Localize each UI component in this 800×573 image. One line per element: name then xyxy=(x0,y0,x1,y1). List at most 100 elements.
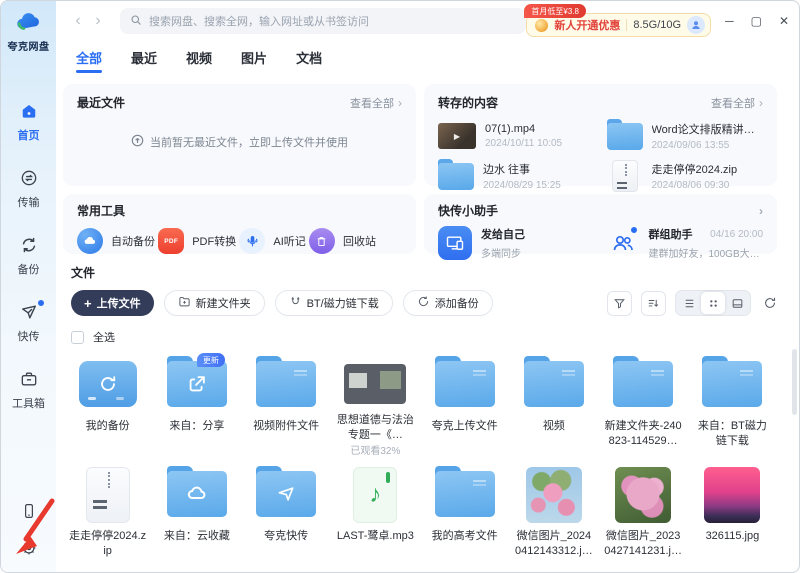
tab-video[interactable]: 视频 xyxy=(186,48,212,72)
file-tile[interactable]: 新建文件夹-240823-114529… xyxy=(599,347,688,457)
sidebar-item-label: 传输 xyxy=(17,197,40,209)
sidebar-item-label: 工具箱 xyxy=(12,398,45,410)
transferred-item[interactable]: Word论文排版精讲（完结） 2024/09/06 13:55 xyxy=(606,118,764,151)
promo-label: 新人开通优惠 xyxy=(554,20,621,32)
tool-label: 自动备份 xyxy=(111,236,155,248)
tool-ai-notes[interactable]: AI听记 xyxy=(239,228,306,254)
divider xyxy=(626,19,628,31)
search-input[interactable]: 搜索网盘、搜索全网，输入网址或从书签访问 xyxy=(120,8,527,34)
add-backup-button[interactable]: 添加备份 xyxy=(402,290,493,316)
file-name: 我的高考文件 xyxy=(431,530,498,542)
send-to-self-item[interactable]: 发给自己 多端同步 xyxy=(438,226,596,260)
app-window: 夸克网盘 首页 传输 备份 快传 工具箱 ‹ › 搜索网盘、搜索全网，输入网址或… xyxy=(0,0,800,573)
devices-icon xyxy=(438,226,472,260)
sort-icon[interactable] xyxy=(641,290,666,316)
mobile-phone-icon[interactable] xyxy=(20,502,38,525)
transferred-view-all-link[interactable]: 查看全部 › xyxy=(711,95,763,111)
recent-view-all-link[interactable]: 查看全部 › xyxy=(350,95,402,111)
file-time: 2024/10/11 10:05 xyxy=(485,138,563,149)
tab-all[interactable]: 全部 xyxy=(76,48,102,72)
forward-icon[interactable]: › xyxy=(88,13,108,29)
bt-magnet-download-button[interactable]: BT/磁力链下载 xyxy=(274,290,393,316)
scrollbar-thumb[interactable] xyxy=(792,349,797,415)
refresh-icon[interactable] xyxy=(763,296,777,310)
file-name: Word论文排版精讲（完结） xyxy=(651,124,764,136)
recent-empty-state[interactable]: 当前暂无最近文件，立即上传文件并使用 xyxy=(77,111,402,173)
file-tile[interactable]: 视频附件文件 xyxy=(242,347,331,457)
app-logo: 夸克网盘 xyxy=(8,10,50,53)
transferred-item[interactable]: 边水 往事 2024/08/29 15:25 xyxy=(438,158,595,192)
file-tile[interactable]: 夸克快传 xyxy=(242,457,331,567)
update-badge: 更新 xyxy=(196,353,225,367)
tool-pdf-convert[interactable]: PDF PDF转换 xyxy=(158,228,236,254)
sidebar-bottom xyxy=(20,502,38,562)
tab-image[interactable]: 图片 xyxy=(241,48,267,72)
sidebar-item-backup[interactable]: 备份 xyxy=(18,235,40,277)
file-tile[interactable]: 我的备份 xyxy=(63,347,152,457)
file-tile[interactable]: 326115.jpg xyxy=(688,457,777,567)
sidebar-item-quick-transfer[interactable]: 快传 xyxy=(18,300,44,344)
assistant-title: 快传小助手 xyxy=(438,204,499,218)
tool-recycle-bin[interactable]: 回收站 xyxy=(308,228,376,254)
file-tile[interactable]: 思想道德与法治 专题一《… 已观看32% xyxy=(331,347,420,457)
tool-auto-backup[interactable]: 自动备份 xyxy=(77,228,155,254)
tool-label: 回收站 xyxy=(342,236,376,248)
file-time: 2024/08/06 09:30 xyxy=(651,180,730,191)
file-tile[interactable]: 夸克上传文件 xyxy=(420,347,509,457)
file-tile[interactable]: 来自：BT磁力链下载 xyxy=(688,347,777,457)
select-all-checkbox[interactable] xyxy=(71,330,84,344)
file-tile[interactable]: ♪ LAST-鹭卓.mp3 xyxy=(331,457,420,567)
settings-gear-icon[interactable] xyxy=(20,539,38,562)
sidebar-item-home[interactable]: 首页 xyxy=(18,101,40,143)
select-all-row: 全选 xyxy=(71,329,777,345)
sidebar-item-transfer[interactable]: 传输 xyxy=(18,168,40,210)
folder-plus-icon xyxy=(178,295,191,311)
content-area: 最近文件 查看全部 › 当前暂无最近文件，立即上传文件并使用 转存的内容 查看全… xyxy=(56,81,799,572)
close-icon[interactable]: ✕ xyxy=(779,15,789,27)
group-assistant-item[interactable]: 群组助手 04/16 20:00 建群加好友，100GB大文件直接发 xyxy=(606,226,763,260)
cloud-collection-folder-icon xyxy=(166,466,227,517)
list-view-icon[interactable] xyxy=(677,292,701,314)
magnet-icon xyxy=(289,295,302,311)
toolbox-icon xyxy=(19,369,39,392)
grid-view-icon[interactable] xyxy=(701,292,725,314)
sidebar-nav: 首页 传输 备份 快传 工具箱 xyxy=(12,101,45,411)
transfer-icon xyxy=(19,168,39,191)
tab-recent[interactable]: 最近 xyxy=(131,48,157,72)
maximize-icon[interactable]: ▢ xyxy=(751,15,762,27)
transferred-item[interactable]: 走走停停2024.zip 2024/08/06 09:30 xyxy=(607,160,764,192)
assistant-item-name: 发给自己 xyxy=(481,229,525,241)
minimize-icon[interactable]: ─ xyxy=(725,15,734,27)
file-name: LAST-鹭卓.mp3 xyxy=(336,530,414,542)
card-view-icon[interactable] xyxy=(725,292,749,314)
file-tile[interactable]: 微信图片_20240412143312.j… xyxy=(509,457,598,567)
chevron-right-icon[interactable]: › xyxy=(759,204,763,218)
file-tile[interactable]: 更新 来自：分享 xyxy=(152,347,241,457)
file-time: 2024/08/29 15:25 xyxy=(483,180,561,191)
sidebar-item-label: 备份 xyxy=(17,264,40,276)
file-tile[interactable]: 视频 xyxy=(509,347,598,457)
file-tile[interactable]: 微信图片_20230427141231.j… xyxy=(599,457,688,567)
filter-icon[interactable] xyxy=(607,290,632,316)
back-icon[interactable]: ‹ xyxy=(68,13,88,29)
new-folder-button[interactable]: 新建文件夹 xyxy=(163,290,265,316)
tool-label: PDF转换 xyxy=(192,236,237,248)
file-tile[interactable]: 6TB xyxy=(63,567,152,572)
recent-files-card: 最近文件 查看全部 › 当前暂无最近文件，立即上传文件并使用 xyxy=(63,84,416,186)
home-icon xyxy=(19,101,39,124)
view-mode-switch xyxy=(675,290,751,316)
upload-file-button[interactable]: + 上传文件 xyxy=(71,290,154,316)
sidebar-item-toolbox[interactable]: 工具箱 xyxy=(12,369,45,411)
file-tile[interactable]: 来自：云收藏 xyxy=(152,457,241,567)
file-tile[interactable]: 我的高考文件 xyxy=(420,457,509,567)
vip-promo-button[interactable]: 首月低至¥3.8 新人开通优惠 8.5G/10G xyxy=(524,4,712,37)
file-tile[interactable]: 走走停停2024.zip xyxy=(63,457,152,567)
tab-document[interactable]: 文档 xyxy=(296,48,322,72)
file-name: 我的备份 xyxy=(85,420,130,432)
file-tile[interactable] xyxy=(152,567,241,572)
avatar[interactable] xyxy=(687,16,706,34)
transferred-item[interactable]: 07(1).mp4 2024/10/11 10:05 xyxy=(438,121,595,151)
recent-empty-text: 当前暂无最近文件，立即上传文件并使用 xyxy=(150,137,348,149)
file-time: 2024/09/06 13:55 xyxy=(651,140,730,151)
quick-transfer-assistant-card: 快传小助手 › 发给自己 多端同步 群组助手 04/16 20:00 建群加好友… xyxy=(424,194,777,260)
